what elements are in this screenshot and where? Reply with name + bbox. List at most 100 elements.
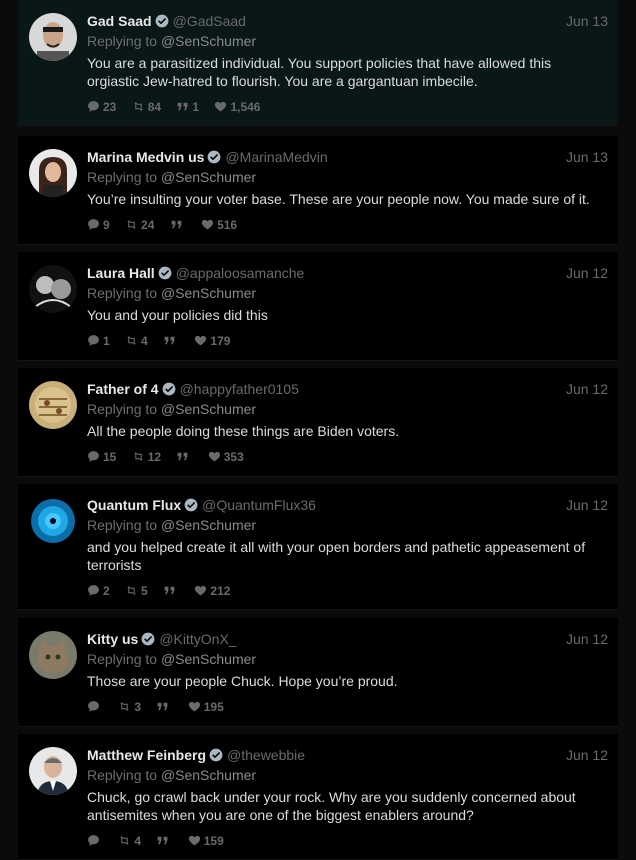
avatar[interactable]	[29, 13, 77, 61]
display-name[interactable]: Laura Hall	[87, 265, 155, 281]
tweet-4[interactable]: Father of 4 @happyfather0105 Jun 12 Reply…	[18, 368, 618, 477]
retweet-count: 4	[134, 833, 142, 848]
quote-button[interactable]	[170, 217, 186, 233]
tweet-header: Kitty us @KittyOnX_ Jun 12	[87, 630, 608, 648]
reply-button[interactable]: 9	[87, 217, 110, 233]
tweet-header: Quantum Flux @QuantumFlux36 Jun 12	[87, 496, 608, 514]
timestamp[interactable]: Jun 12	[566, 380, 608, 398]
like-count: 195	[203, 699, 224, 714]
reply-button[interactable]: 2	[87, 583, 110, 599]
timestamp[interactable]: Jun 13	[566, 148, 608, 166]
like-button[interactable]: 1,546	[214, 99, 260, 115]
action-bar: 3 195	[87, 698, 236, 714]
retweet-button[interactable]: 5	[125, 583, 148, 599]
display-name[interactable]: Gad Saad	[87, 13, 152, 29]
like-button[interactable]: 179	[194, 333, 230, 349]
replying-to: Replying to @SenSchumer	[87, 32, 256, 50]
mention-link[interactable]: @SenSchumer	[161, 401, 256, 417]
like-icon	[195, 335, 207, 346]
user-handle[interactable]: @happyfather0105	[180, 381, 299, 397]
retweet-button[interactable]: 4	[125, 333, 148, 349]
replying-to: Replying to @SenSchumer	[87, 284, 256, 302]
retweet-button[interactable]: 4	[118, 833, 141, 849]
tweet-1[interactable]: Gad Saad @GadSaad Jun 13 Replying to @Sen…	[18, 0, 618, 126]
avatar[interactable]	[29, 631, 77, 679]
like-button[interactable]: 195	[188, 699, 224, 715]
like-button[interactable]: 516	[201, 217, 237, 233]
user-handle[interactable]: @GadSaad	[173, 13, 246, 29]
quote-button[interactable]	[163, 333, 179, 349]
avatar[interactable]	[29, 265, 77, 313]
mention-link[interactable]: @SenSchumer	[161, 517, 256, 533]
reply-count: 9	[103, 217, 110, 232]
tweet-5[interactable]: Quantum Flux @QuantumFlux36 Jun 12 Replyi…	[18, 484, 618, 610]
action-bar: 9 24 516	[87, 216, 249, 232]
mention-link[interactable]: @SenSchumer	[161, 651, 256, 667]
display-name[interactable]: Quantum Flux	[87, 497, 181, 513]
display-name[interactable]: Marina Medvin us	[87, 149, 204, 165]
tweet-6[interactable]: Kitty us @KittyOnX_ Jun 12 Replying to @S…	[18, 618, 618, 727]
quote-button[interactable]	[176, 449, 192, 465]
user-handle[interactable]: @appaloosamanche	[176, 265, 305, 281]
avatar[interactable]	[29, 497, 77, 545]
reply-icon	[88, 218, 99, 230]
retweet-icon	[120, 835, 130, 845]
retweet-icon	[127, 585, 136, 595]
timestamp[interactable]: Jun 13	[566, 12, 608, 30]
tweet-2[interactable]: Marina Medvin us @MarinaMedvin Jun 13 Rep…	[18, 136, 618, 245]
user-handle[interactable]: @thewebbie	[227, 747, 305, 763]
tweet-7[interactable]: Matthew Feinberg @thewebbie Jun 12 Replyi…	[18, 734, 618, 860]
like-button[interactable]: 159	[188, 833, 224, 849]
retweet-count: 4	[141, 333, 148, 348]
tweet-3[interactable]: Laura Hall @appaloosamanche Jun 12 Replyi…	[18, 252, 618, 361]
quote-button[interactable]: 1	[176, 99, 199, 115]
mention-link[interactable]: @SenSchumer	[161, 285, 256, 301]
quote-icon	[178, 452, 188, 461]
verified-icon	[141, 632, 155, 646]
like-button[interactable]: 353	[208, 449, 244, 465]
like-button[interactable]: 212	[194, 583, 230, 599]
user-handle[interactable]: @QuantumFlux36	[202, 497, 316, 513]
action-bar: 4 159	[87, 832, 236, 848]
display-name[interactable]: Father of 4	[87, 381, 159, 397]
reply-button[interactable]: 15	[87, 449, 116, 465]
reply-prefix: Replying to	[87, 169, 158, 185]
retweet-button[interactable]: 12	[132, 449, 161, 465]
retweet-button[interactable]: 24	[125, 217, 154, 233]
like-count: 516	[217, 217, 238, 232]
avatar[interactable]	[29, 747, 77, 795]
display-name[interactable]: Matthew Feinberg	[87, 747, 206, 763]
like-count: 353	[223, 449, 244, 464]
reply-prefix: Replying to	[87, 401, 158, 417]
quote-button[interactable]	[156, 699, 172, 715]
verified-icon	[184, 498, 198, 512]
user-handle[interactable]: @KittyOnX_	[159, 631, 236, 647]
avatar[interactable]	[29, 149, 77, 197]
tweet-header: Gad Saad @GadSaad Jun 13	[87, 12, 608, 30]
timestamp[interactable]: Jun 12	[566, 630, 608, 648]
verified-icon	[208, 150, 221, 164]
mention-link[interactable]: @SenSchumer	[161, 33, 256, 49]
reply-button[interactable]	[87, 699, 103, 715]
mention-link[interactable]: @SenSchumer	[161, 767, 256, 783]
tweet-text: Chuck, go crawl back under your rock. Wh…	[87, 789, 576, 823]
retweet-button[interactable]: 3	[118, 699, 141, 715]
reply-prefix: Replying to	[87, 767, 158, 783]
quote-button[interactable]	[156, 833, 172, 849]
reply-button[interactable]	[87, 833, 103, 849]
quote-button[interactable]	[163, 583, 179, 599]
reply-button[interactable]: 1	[87, 333, 110, 349]
user-handle[interactable]: @MarinaMedvin	[225, 149, 327, 165]
retweet-button[interactable]: 84	[132, 99, 161, 115]
reply-icon	[88, 334, 99, 346]
display-name[interactable]: Kitty us	[87, 631, 138, 647]
timestamp[interactable]: Jun 12	[566, 746, 608, 764]
avatar[interactable]	[29, 381, 77, 429]
timestamp[interactable]: Jun 12	[566, 496, 608, 514]
reply-button[interactable]: 23	[87, 99, 116, 115]
mention-link[interactable]: @SenSchumer	[161, 169, 256, 185]
timestamp[interactable]: Jun 12	[566, 264, 608, 282]
reply-icon	[88, 700, 99, 712]
retweet-count: 3	[134, 699, 142, 714]
tweet-text: All the people doing these things are Bi…	[87, 423, 400, 439]
